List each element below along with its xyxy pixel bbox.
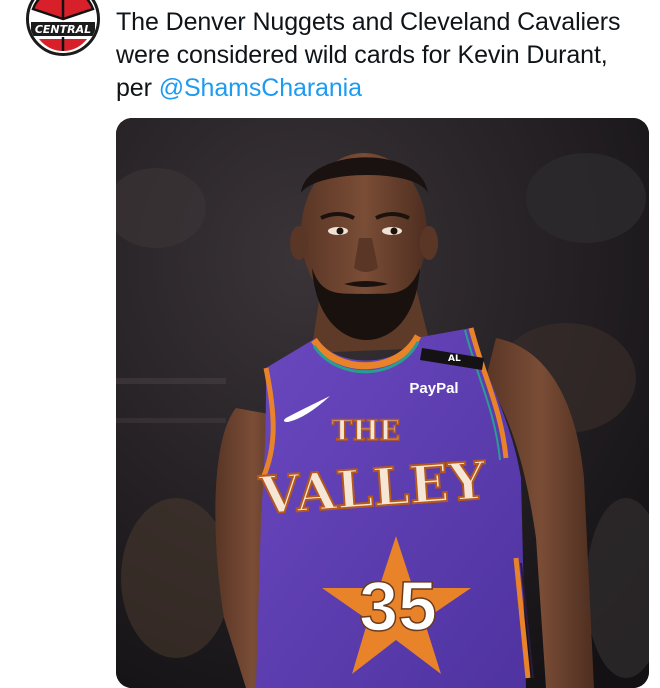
- sponsor-patch: PayPal: [409, 380, 458, 397]
- tweet-line-2: were considered wild cards for Kevin Dur…: [116, 41, 608, 69]
- tweet-prefix: per: [116, 74, 159, 102]
- central-logo-icon: CENTRAL: [29, 0, 97, 53]
- strap-tag: AL: [448, 354, 461, 364]
- tweet-photo[interactable]: AL PayPal THE VALLEY 35: [116, 118, 649, 688]
- mention-link[interactable]: @ShamsCharania: [159, 74, 362, 102]
- jersey-word-the: THE: [332, 414, 401, 447]
- tweet-line-1: The Denver Nuggets and Cleveland Cavalie…: [116, 8, 621, 36]
- jersey-number: 35: [359, 567, 437, 645]
- player-photo: AL PayPal THE VALLEY 35: [116, 118, 649, 688]
- tweet-text: The Denver Nuggets and Cleveland Cavalie…: [116, 6, 646, 105]
- avatar[interactable]: CENTRAL: [26, 0, 100, 56]
- tweet-line-3: per @ShamsCharania: [116, 72, 646, 105]
- logo-text: CENTRAL: [35, 23, 91, 36]
